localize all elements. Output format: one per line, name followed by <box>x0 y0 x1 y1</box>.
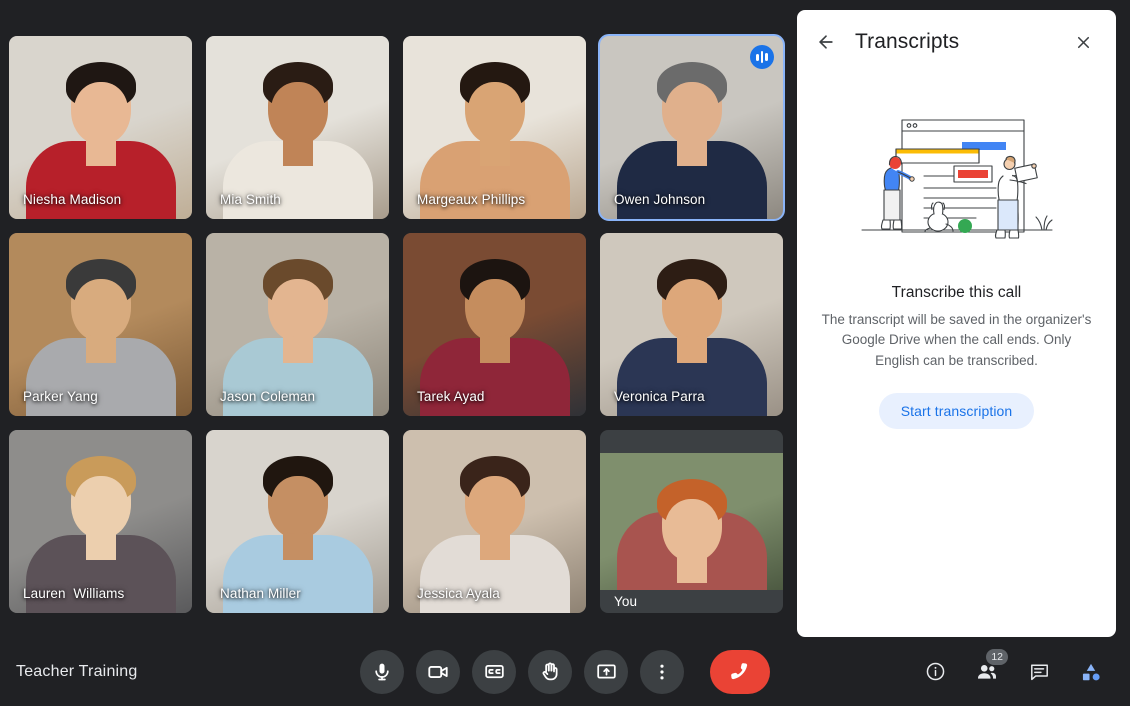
participant-tile[interactable]: Mia Smith <box>206 36 389 219</box>
microphone-button[interactable] <box>360 649 404 694</box>
participant-name: Parker Yang <box>23 389 98 404</box>
participant-tile[interactable]: Lauren Williams <box>9 430 192 613</box>
transcription-illustration <box>860 119 1053 239</box>
participant-name: Jessica Ayala <box>417 586 500 601</box>
camera-button[interactable] <box>416 649 460 694</box>
participant-video-grid: Niesha Madison Mia Smith Margeaux Phillips… <box>9 34 785 618</box>
participant-tile[interactable]: Nathan Miller <box>206 430 389 613</box>
chat-icon <box>1029 661 1050 682</box>
participant-tile[interactable]: Tarek Ayad <box>403 233 586 416</box>
call-controls <box>360 649 770 694</box>
active-speaker-audio-indicator <box>750 45 774 69</box>
chat-button[interactable] <box>1020 653 1058 691</box>
activities-button[interactable] <box>1072 653 1110 691</box>
panel-header: Transcripts <box>797 10 1116 74</box>
participant-name: You <box>614 594 638 609</box>
raise-hand-icon <box>540 661 561 682</box>
bottom-toolbar: Teacher Training 12 <box>0 637 1130 706</box>
participant-name: Mia Smith <box>220 192 281 207</box>
participant-tile[interactable]: Owen Johnson <box>598 34 785 221</box>
panel-title: Transcripts <box>855 30 960 53</box>
closed-captions-icon <box>484 661 505 682</box>
meet-app-window: Niesha Madison Mia Smith Margeaux Phillips… <box>0 0 1130 706</box>
participant-name: Margeaux Phillips <box>417 192 526 207</box>
camera-icon <box>427 661 449 683</box>
participant-tile[interactable]: Margeaux Phillips <box>403 36 586 219</box>
participant-tile[interactable]: Veronica Parra <box>600 233 783 416</box>
panel-body: Transcribe this call The transcript will… <box>797 74 1116 637</box>
captions-button[interactable] <box>472 649 516 694</box>
participant-video <box>600 453 783 590</box>
participant-name: Niesha Madison <box>23 192 122 207</box>
info-icon <box>925 661 946 682</box>
participant-tile[interactable]: Jessica Ayala <box>403 430 586 613</box>
end-call-button[interactable] <box>710 649 770 694</box>
activities-icon <box>1080 661 1102 683</box>
participant-name: Tarek Ayad <box>417 389 485 404</box>
transcribe-description: The transcript will be saved in the orga… <box>821 312 1092 368</box>
start-transcription-button[interactable]: Start transcription <box>878 392 1035 429</box>
secondary-controls: 12 <box>916 648 1110 691</box>
end-call-icon <box>727 659 753 685</box>
participant-name: Jason Coleman <box>220 389 316 404</box>
microphone-icon <box>372 662 392 682</box>
participant-name: Nathan Miller <box>220 586 301 601</box>
participant-name: Veronica Parra <box>614 389 705 404</box>
transcribe-title: Transcribe this call <box>891 284 1022 301</box>
present-button[interactable] <box>584 649 628 694</box>
participant-tile[interactable]: Jason Coleman <box>206 233 389 416</box>
more-options-button[interactable] <box>640 649 684 694</box>
participant-tile[interactable]: Niesha Madison <box>9 36 192 219</box>
back-arrow-icon[interactable] <box>807 23 845 61</box>
participant-name: Owen Johnson <box>614 192 706 207</box>
close-icon[interactable] <box>1064 23 1102 61</box>
more-vertical-icon <box>652 662 672 682</box>
participant-count-badge: 12 <box>986 648 1008 665</box>
participant-name: Lauren Williams <box>23 586 125 601</box>
present-screen-icon <box>596 661 617 682</box>
people-button[interactable]: 12 <box>968 648 1008 691</box>
raise-hand-button[interactable] <box>528 649 572 694</box>
participant-tile[interactable]: Parker Yang <box>9 233 192 416</box>
meeting-title: Teacher Training <box>16 662 138 680</box>
transcripts-panel: Transcripts Transcribe this call The tra… <box>797 10 1116 637</box>
participant-tile[interactable]: You <box>600 430 783 613</box>
meeting-details-button[interactable] <box>916 653 954 691</box>
